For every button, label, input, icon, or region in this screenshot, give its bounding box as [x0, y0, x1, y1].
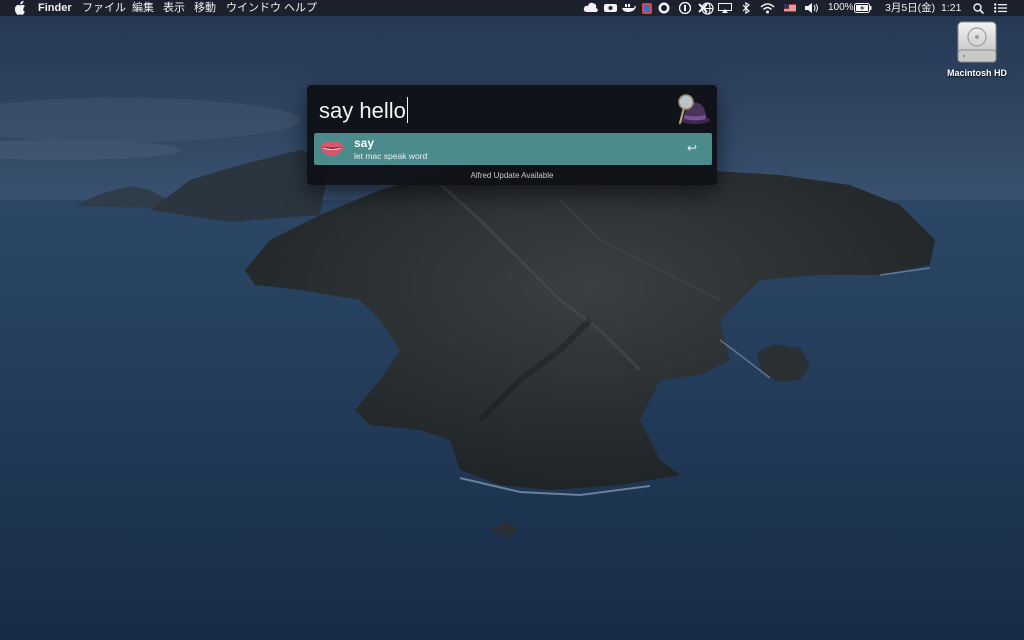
menu-file[interactable]: ファイル	[82, 0, 126, 16]
flag-icon[interactable]	[642, 3, 652, 19]
battery-icon[interactable]	[854, 3, 872, 19]
globe-status-indicator-icon[interactable]	[701, 2, 714, 18]
menu-view[interactable]: 表示	[163, 0, 185, 16]
battery-percent[interactable]: 100%	[828, 0, 854, 16]
alfred-window: say hello say let mac speak word ↩ Alfre…	[307, 85, 717, 185]
result-title: say	[354, 136, 375, 150]
bluetooth-icon[interactable]	[742, 2, 750, 18]
result-subtitle: let mac speak word	[354, 151, 428, 161]
spotlight-icon[interactable]	[973, 3, 984, 19]
alfred-update-notice[interactable]: Alfred Update Available	[307, 171, 717, 180]
drive-label: Macintosh HD	[946, 68, 1007, 78]
app-icon[interactable]	[658, 2, 670, 18]
alfred-hat-icon[interactable]	[675, 92, 711, 126]
us-flag-icon[interactable]	[784, 4, 796, 20]
apple-menu-icon[interactable]	[15, 0, 26, 16]
text-caret	[406, 97, 408, 123]
cloud-icon[interactable]	[583, 2, 599, 18]
wifi-icon[interactable]	[760, 3, 775, 19]
volume-icon[interactable]	[805, 3, 819, 19]
menu-go[interactable]: 移動	[194, 0, 216, 16]
menu-app-name[interactable]: Finder	[38, 0, 72, 16]
hard-drive-icon	[957, 21, 997, 63]
alfred-search-input[interactable]: say hello	[319, 95, 664, 127]
docker-icon[interactable]	[622, 3, 636, 19]
alfred-result-row[interactable]: say let mac speak word ↩	[314, 133, 712, 165]
menu-edit[interactable]: 編集	[132, 0, 154, 16]
camera-icon[interactable]	[604, 3, 617, 19]
menu-help[interactable]: ヘルプ	[284, 0, 317, 16]
airplay-icon[interactable]	[718, 3, 732, 19]
onepassword-icon[interactable]	[679, 2, 691, 18]
menu-window[interactable]: ウインドウ	[226, 0, 281, 16]
control-list-icon[interactable]	[994, 3, 1007, 19]
lips-icon	[320, 141, 344, 156]
alfred-query-text: say hello	[319, 98, 406, 123]
clock[interactable]: 3月5日(金) 1:21	[885, 0, 961, 16]
return-key-icon: ↩	[687, 141, 698, 155]
menu-bar: Finder ファイル 編集 表示 移動 ウインドウ ヘルプ 100% 3月5日…	[0, 0, 1024, 16]
desktop-drive-icon[interactable]: Macintosh HD	[944, 20, 1010, 78]
